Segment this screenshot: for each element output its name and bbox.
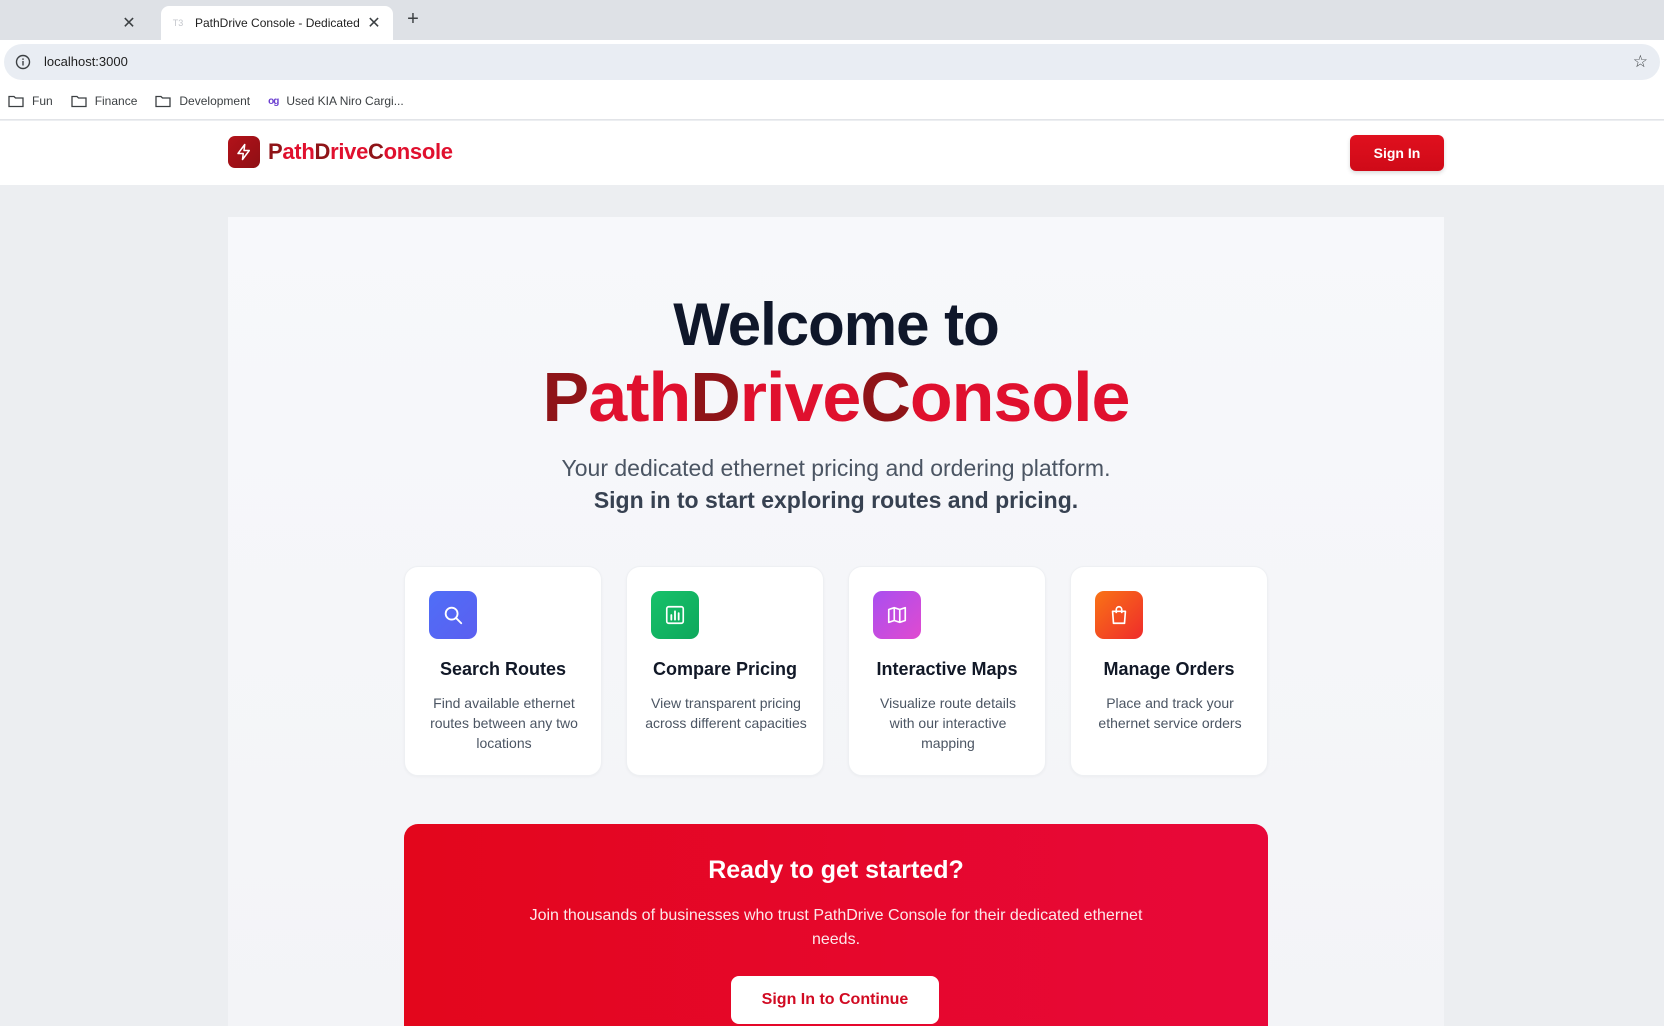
lightning-icon [228,136,260,168]
search-icon [429,591,477,639]
folder-icon [71,95,87,108]
cta-title: Ready to get started? [708,856,964,884]
browser-tab-active[interactable]: T3 PathDrive Console - Dedicated Etherne… [161,6,393,40]
sign-in-to-continue-button[interactable]: Sign In to Continue [731,976,939,1024]
bookmark-label: Development [179,94,251,108]
hero-tagline: Your dedicated ethernet pricing and orde… [561,455,1111,481]
feature-card-interactive-maps: Interactive Maps Visualize route details… [848,566,1046,776]
bookmark-label: Used KIA Niro Cargi... [286,94,404,108]
bar-chart-icon [651,591,699,639]
map-icon [873,591,921,639]
bookmark-star-icon[interactable]: ☆ [1633,52,1648,72]
brand-name: PathDriveConsole [268,139,453,164]
tab-title: PathDrive Console - Dedicated Ethernet [195,16,360,30]
bookmark-kia-niro[interactable]: og Used KIA Niro Cargi... [268,94,404,108]
bookmark-label: Fun [32,94,53,108]
browser-toolbar: localhost:3000 ☆ Fun Finance Development… [0,40,1664,120]
url-text[interactable]: localhost:3000 [44,54,128,69]
close-tab-icon[interactable]: ✕ [120,14,138,32]
bookmark-fun[interactable]: Fun [8,94,53,108]
bookmark-label: Finance [94,94,138,108]
hero-tagline-bold: Sign in to start exploring routes and pr… [593,487,1079,513]
cta-panel: Ready to get started? Join thousands of … [404,824,1268,1026]
site-header: PathDriveConsole Sign In [0,121,1664,185]
folder-icon [155,95,172,108]
sign-in-button[interactable]: Sign In [1350,135,1444,171]
feature-title: Interactive Maps [876,659,1018,679]
feature-card-manage-orders: Manage Orders Place and track your ether… [1070,566,1268,776]
folder-icon [8,95,24,108]
feature-description: Find available ethernet routes between a… [430,695,578,751]
address-bar[interactable]: localhost:3000 ☆ [4,44,1660,80]
browser-tab-inactive[interactable]: ✕ [0,6,156,40]
cta-text: Join thousands of businesses who trust P… [529,907,1143,948]
og-icon: og [268,95,279,107]
bookmark-finance[interactable]: Finance [71,94,138,108]
feature-description: Visualize route details with our interac… [880,695,1016,751]
tab-favicon-icon: T3 [172,18,184,28]
bookmarks-bar: Fun Finance Development og Used KIA Niro… [0,84,414,118]
shopping-bag-icon [1095,591,1143,639]
bookmark-development[interactable]: Development [155,94,250,108]
hero-brand-heading: PathDriveConsole [542,358,1131,436]
feature-card-compare-pricing: Compare Pricing View transparent pricing… [626,566,824,776]
feature-title: Compare Pricing [652,659,798,679]
brand-logo[interactable]: PathDriveConsole [228,136,453,168]
browser-tab-strip: ✕ T3 PathDrive Console - Dedicated Ether… [0,0,1664,40]
close-tab-icon[interactable]: ✕ [365,14,383,32]
feature-title: Search Routes [439,659,567,679]
feature-card-search-routes: Search Routes Find available ethernet ro… [404,566,602,776]
site-info-icon[interactable] [15,54,31,70]
feature-title: Manage Orders [1103,659,1235,679]
feature-description: View transparent pricing across differen… [645,695,807,731]
new-tab-button[interactable]: + [402,8,424,30]
hero-welcome-heading: Welcome to [673,291,1000,358]
feature-description: Place and track your ethernet service or… [1098,695,1242,731]
